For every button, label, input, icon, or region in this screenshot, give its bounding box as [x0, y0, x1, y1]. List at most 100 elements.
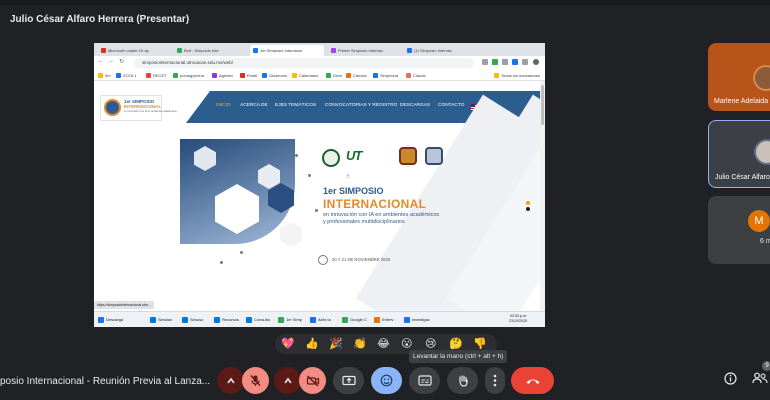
taskbar-item[interactable]: Simulac — [150, 316, 172, 324]
mic-toggle-button[interactable] — [242, 367, 269, 394]
hero-hexagon-art — [180, 139, 330, 269]
bookmark[interactable]: Gloseums — [262, 72, 287, 79]
participant-avatar — [753, 65, 770, 91]
nav-descargas[interactable]: DESCARGAS — [400, 103, 430, 108]
more-participants-count: 6 m — [760, 238, 770, 245]
reactions-button[interactable] — [371, 367, 402, 394]
reaction-heart-icon[interactable]: 💖 — [281, 337, 295, 351]
more-vert-icon — [493, 374, 497, 387]
back-icon[interactable]: ← — [98, 58, 104, 64]
nav-ejes[interactable]: EJES TEMÁTICOS — [275, 103, 316, 108]
extension-icon[interactable] — [482, 59, 488, 65]
bookmark[interactable]: pomagrprona — [173, 72, 204, 79]
uts-logo: UT — [346, 148, 362, 163]
mic-options-button[interactable] — [217, 367, 244, 394]
raise-hand-button[interactable] — [447, 367, 478, 394]
participant-tile-more[interactable]: M 6 m — [708, 196, 770, 264]
participant-tile-active[interactable]: Julio César Alfaro — [708, 120, 770, 188]
browser-tab[interactable]: Primer Simposio Internac — [328, 45, 400, 56]
bookmark[interactable]: 3m — [98, 72, 111, 79]
partner-shield-icon — [399, 147, 417, 165]
status-url: https://simposiointernacional.utm... — [94, 301, 154, 309]
bookmark[interactable]: Simpriond — [373, 72, 398, 79]
leave-call-button[interactable] — [511, 367, 554, 394]
taskbar-item[interactable]: Descarga — [98, 316, 123, 324]
browser-tab[interactable]: (1) Simposio Internac — [404, 45, 474, 56]
slide-indicator[interactable] — [526, 207, 530, 211]
camera-toggle-button[interactable] — [299, 367, 326, 394]
bookmarks-bar: 3m ZOTA 1 RECET pomagrprona Agenter Emai… — [94, 70, 545, 81]
bookmark[interactable]: Canvas — [346, 72, 367, 79]
taskbar-item[interactable]: Abrir la — [310, 316, 331, 324]
browser-tab[interactable]: Bolt - Simposio Inte — [174, 45, 246, 56]
taskbar-item[interactable]: Simuso — [182, 316, 203, 324]
bookmark[interactable]: Email — [240, 72, 257, 79]
bookmark[interactable]: Calendario — [292, 72, 318, 79]
reload-icon[interactable]: ↻ — [119, 58, 124, 65]
network-node — [240, 251, 243, 254]
logo-emblem-icon — [104, 99, 121, 116]
taskbar-item[interactable]: investigac — [404, 316, 430, 324]
more-options-button[interactable] — [485, 367, 505, 394]
address-bar[interactable]: simposiointernacional.utmuacan.edu.mx/we… — [134, 58, 474, 68]
bookmark[interactable]: ZOTA 1 — [116, 72, 136, 79]
emoji-icon — [380, 374, 393, 387]
top-stripe — [0, 0, 770, 5]
browser-tab[interactable]: Microsoft Loader Gr ap — [98, 45, 170, 56]
captions-icon — [417, 375, 432, 386]
presenter-title: Julio César Alfaro Herrera (Presentar) — [10, 14, 190, 25]
nav-contacto[interactable]: CONTACTO — [438, 103, 464, 108]
bookmark[interactable]: Claude — [406, 72, 426, 79]
people-icon[interactable] — [752, 372, 768, 387]
clock-date: 23/10/2025 — [509, 319, 527, 323]
reaction-thumbs-down-icon[interactable]: 👎 — [473, 337, 487, 351]
network-node — [220, 261, 223, 264]
browser-tab-active[interactable]: 1er Simposio Internacio — [250, 45, 324, 56]
taskbar-item[interactable]: Google C — [342, 316, 367, 324]
nav-inicio[interactable]: INICIO — [216, 103, 231, 108]
profile-icon[interactable] — [533, 59, 539, 65]
captions-button[interactable] — [409, 367, 440, 394]
nav-convocatorias[interactable]: CONVOCATORIAS Y REGISTRO — [325, 103, 397, 108]
participant-tile[interactable]: Marlene Adelaida — [708, 43, 770, 111]
taskbar-item[interactable]: Consulta — [246, 316, 270, 324]
reaction-clap-icon[interactable]: 👏 — [353, 337, 367, 351]
chevron-up-icon — [283, 377, 292, 383]
hero-title-2: INTERNACIONAL — [323, 197, 427, 211]
camera-options-button[interactable] — [274, 367, 301, 394]
bookmark[interactable]: Agenter — [212, 72, 233, 79]
present-screen-button[interactable] — [333, 367, 364, 394]
extension-icon[interactable] — [502, 59, 508, 65]
extension-icon[interactable] — [492, 59, 498, 65]
extension-icon[interactable] — [512, 59, 518, 65]
taskbar-item[interactable]: Recursos — [214, 316, 239, 324]
download-icon[interactable] — [522, 59, 528, 65]
meeting-info-icon[interactable] — [724, 372, 737, 388]
nav-acerca[interactable]: ACERCA DE — [240, 103, 268, 108]
hero-title: 1er SIMPOSIO — [323, 186, 384, 196]
people-count-badge: 9 — [762, 361, 770, 371]
participant-name: Julio César Alfaro — [715, 174, 770, 181]
hero-date: 20 Y 21 DE NOVIEMBRE 2025 — [332, 257, 391, 262]
forward-icon[interactable]: → — [108, 58, 114, 64]
reaction-sad-icon[interactable]: 😢 — [425, 337, 436, 351]
logo-text: INTERNACIONAL — [124, 104, 162, 109]
slide-indicator[interactable] — [526, 201, 530, 205]
taskbar-item[interactable]: 1er Simp — [278, 316, 302, 324]
present-icon — [341, 375, 356, 385]
reaction-thinking-icon[interactable]: 🤔 — [449, 337, 463, 351]
partner-seal-icon — [322, 149, 340, 167]
reaction-laugh-icon[interactable]: 😂 — [377, 337, 390, 351]
reaction-surprised-icon[interactable]: 😮 — [401, 337, 412, 351]
bookmark[interactable]: Drive — [326, 72, 342, 79]
site-logo[interactable]: 1er SIMPOSIO INTERNACIONAL en innovación… — [100, 95, 177, 121]
reaction-thumbs-up-icon[interactable]: 👍 — [305, 337, 319, 351]
taskbar-item[interactable]: Entrev — [374, 316, 394, 324]
scrollbar-thumb[interactable] — [541, 85, 544, 125]
mic-off-icon — [250, 375, 261, 386]
partner-crest-icon — [425, 147, 443, 165]
bookmark[interactable]: RECET — [146, 72, 167, 79]
bookmark-all[interactable]: Todos los marcadores — [494, 72, 540, 79]
taskbar-clock: 02:53 p.m. 23/10/2025 — [509, 314, 527, 324]
reaction-party-icon[interactable]: 🎉 — [329, 337, 343, 351]
